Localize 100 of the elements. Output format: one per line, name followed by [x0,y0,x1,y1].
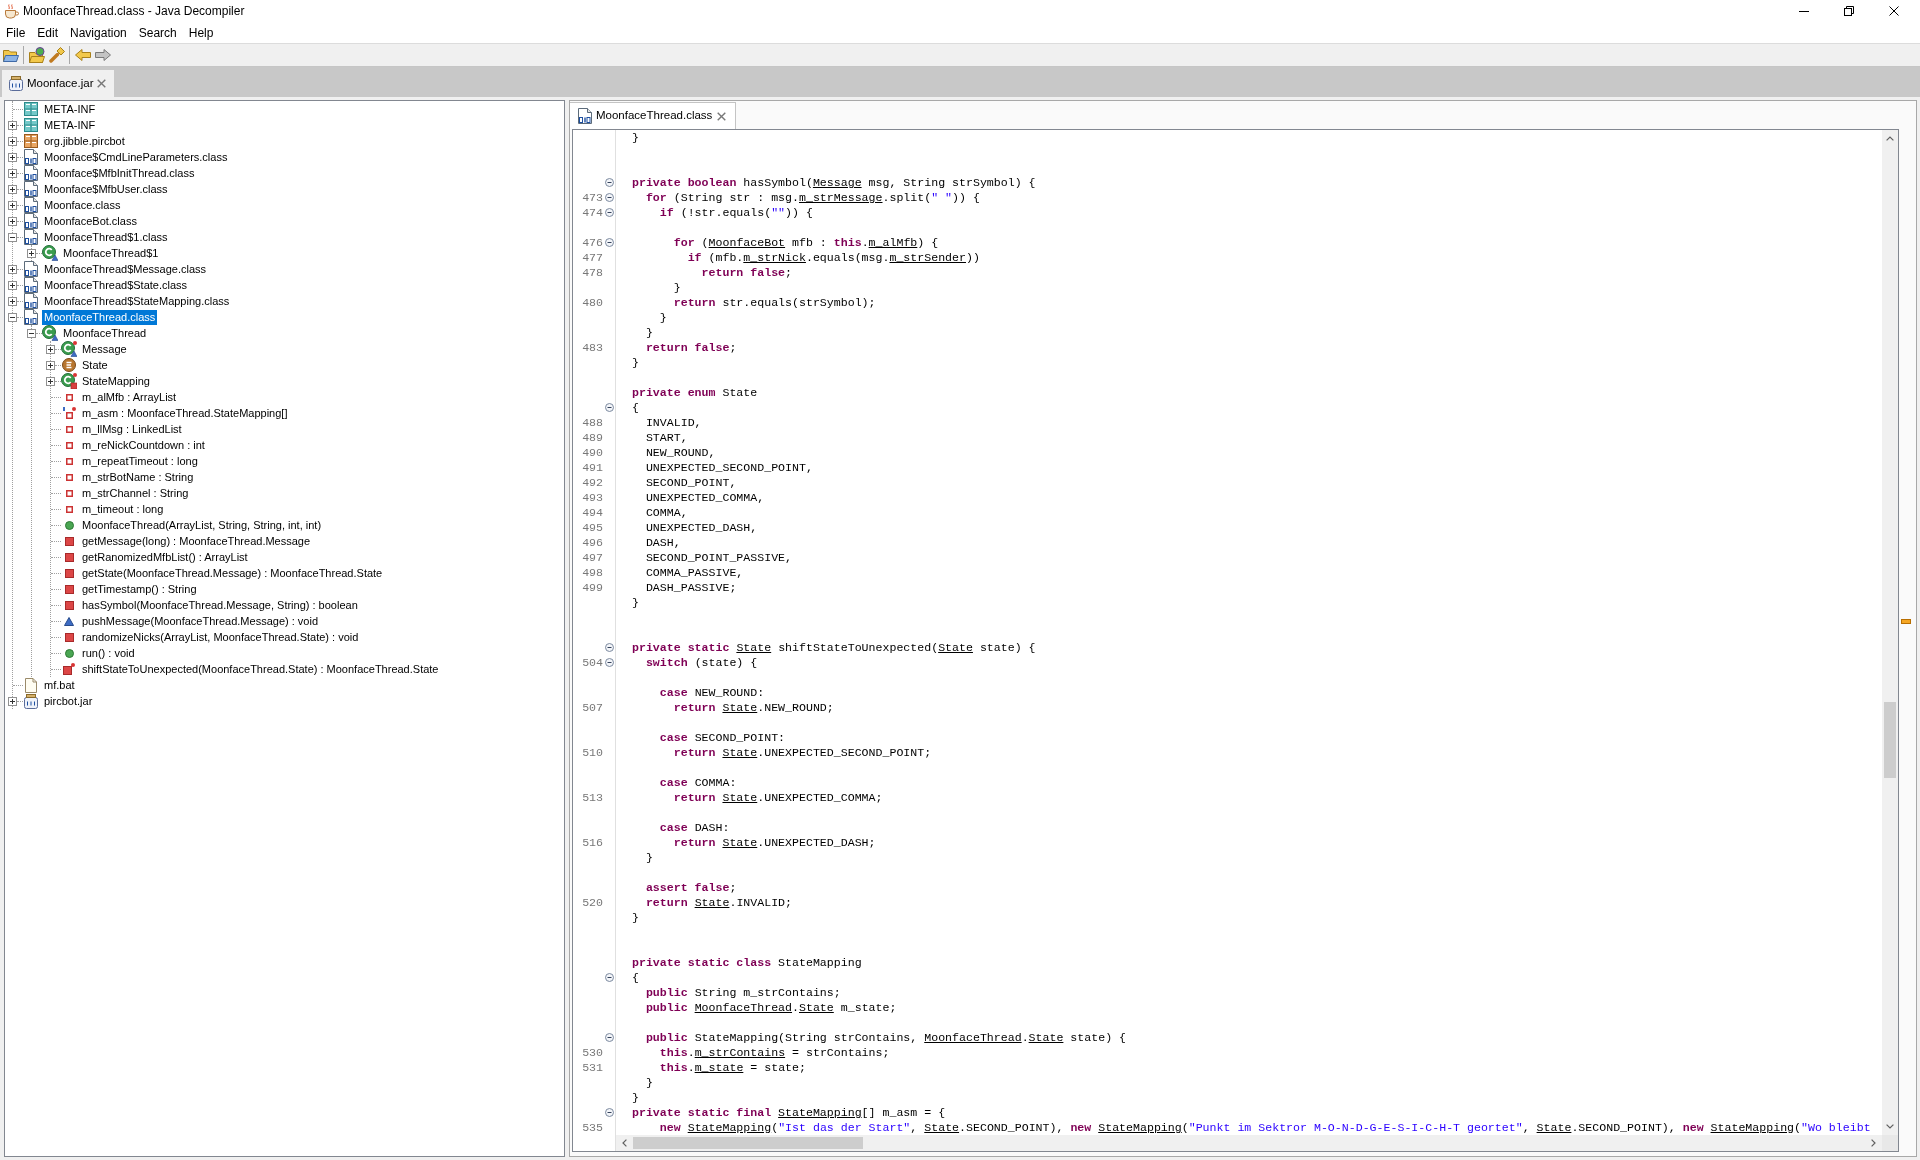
code-link[interactable]: State [938,641,973,654]
expand-icon[interactable] [8,296,17,306]
code-link[interactable]: m_strMessage [799,191,883,204]
arrow-left-icon[interactable] [75,47,91,63]
tree-item[interactable]: m_strChannel : String [80,485,191,501]
tab[interactable]: Moonface.jar [2,70,115,97]
collapse-icon[interactable] [605,643,614,652]
code-link[interactable]: m_strNick [743,251,806,264]
tree-item[interactable]: randomizeNicks(ArrayList, MoonfaceThread.State) : void [80,629,361,645]
close-icon[interactable] [1889,6,1899,16]
open-folder-icon[interactable] [3,48,19,62]
flashlight-icon[interactable] [49,47,65,63]
collapse-icon[interactable] [605,658,614,667]
scrollbar-thumb[interactable] [1884,702,1896,778]
tree-item[interactable]: mf.bat [42,677,77,693]
expand-icon[interactable] [8,216,17,226]
code-link[interactable]: StateMapping [778,1106,862,1119]
menu-item[interactable]: Navigation [64,23,133,42]
marker-icon[interactable] [1901,619,1911,624]
tree-item[interactable]: pircbot.jar [42,693,95,709]
chevron-right-icon[interactable] [1871,1139,1876,1147]
tree-item[interactable]: Moonface$MfbUser.class [42,181,170,197]
tree-item[interactable]: m_reNickCountdown : int [80,437,207,453]
tree-item[interactable]: MoonfaceThread(ArrayList, String, String, int, int) [80,517,324,533]
tree-item[interactable]: MoonfaceThread$Message.class [42,261,209,277]
tree-item[interactable]: m_asm : MoonfaceThread.StateMapping[] [80,405,290,421]
code-link[interactable]: Message [812,176,862,189]
code-link[interactable]: MoonfaceThread [924,1031,1022,1044]
collapse-icon[interactable] [605,178,614,187]
code-link[interactable]: State [694,896,730,909]
code-link[interactable]: State [924,1121,960,1134]
expand-icon[interactable] [8,696,17,706]
code-link[interactable]: m_alMfb [868,236,918,249]
chevron-down-icon[interactable] [1886,1124,1894,1129]
code-link[interactable]: m_state [694,1061,744,1074]
tree-item[interactable]: run() : void [80,645,137,661]
menu-item[interactable]: Edit [31,23,65,42]
expand-icon[interactable] [46,344,55,354]
code-link[interactable]: State [722,701,758,714]
code-link[interactable]: State [722,746,758,759]
code-link[interactable]: m_strSender [889,251,966,264]
tree-item[interactable]: getRanomizedMfbList() : ArrayList [80,549,250,565]
code-link[interactable]: MoonfaceThread [694,1001,793,1014]
tab[interactable]: MoonfaceThread.class [570,102,737,129]
expand-icon[interactable] [27,248,36,258]
tree-item[interactable]: getMessage(long) : MoonfaceThread.Message [80,533,313,549]
tree-item[interactable]: META-INF [42,101,98,117]
chevron-left-icon[interactable] [622,1139,627,1147]
code-link[interactable]: State [1028,1031,1064,1044]
tree-item[interactable]: org.jibble.pircbot [42,133,127,149]
vertical-scrollbar[interactable] [1882,130,1898,1135]
expand-icon[interactable] [8,184,17,194]
code-link[interactable]: State [736,641,772,654]
tree-item[interactable]: hasSymbol(MoonfaceThread.Message, String) : boolean [80,597,360,613]
collapse-icon[interactable] [605,1108,614,1117]
expand-icon[interactable] [8,280,17,290]
expand-icon[interactable] [8,120,17,130]
code-link[interactable]: StateMapping [687,1121,772,1134]
scrollbar-thumb[interactable] [633,1137,863,1149]
menu-item[interactable]: Search [132,23,183,42]
tree-item[interactable]: m_repeatTimeout : long [80,453,200,469]
tree-item[interactable]: MoonfaceThread$1 [61,245,161,261]
expand-icon[interactable] [46,360,55,370]
tree-item[interactable]: MoonfaceThread$StateMapping.class [42,293,232,309]
restore-icon[interactable] [1844,6,1854,16]
tree-item[interactable]: META-INF [42,117,98,133]
tree-item[interactable]: MoonfaceThread [61,325,149,341]
code-link[interactable]: State [1536,1121,1572,1134]
tree-item[interactable]: MoonfaceThread$State.class [42,277,190,293]
tree-item[interactable]: pushMessage(MoonfaceThread.Message) : void [80,613,320,629]
tree-item[interactable]: MoonfaceThread$1.class [42,229,170,245]
expand-icon[interactable] [8,136,17,146]
tree-item[interactable]: Moonface$CmdLineParameters.class [42,149,230,165]
tree-item[interactable]: MoonfaceBot.class [42,213,139,229]
code-link[interactable]: StateMapping [1098,1121,1182,1134]
collapse-icon[interactable] [605,238,614,247]
code-link[interactable]: StateMapping [1710,1121,1795,1134]
tree-item[interactable]: getTimestamp() : String [80,581,199,597]
expand-icon[interactable] [8,200,17,210]
collapse-icon[interactable] [27,328,36,338]
code-link[interactable]: State [722,836,758,849]
collapse-icon[interactable] [605,193,614,202]
chevron-up-icon[interactable] [1886,136,1894,141]
tree-item[interactable]: Message [80,341,129,357]
code-link[interactable]: MoonfaceBot [708,236,786,249]
collapse-icon[interactable] [605,973,614,982]
collapse-icon[interactable] [605,403,614,412]
code-link[interactable]: State [799,1001,834,1014]
tree-item[interactable]: Moonface$MfbInitThread.class [42,165,197,181]
tree-item[interactable]: State [80,357,110,373]
tree-item[interactable]: m_alMfb : ArrayList [80,389,179,405]
collapse-icon[interactable] [8,312,17,322]
collapse-icon[interactable] [605,208,614,217]
tree-item[interactable]: getState(MoonfaceThread.Message) : MoonfaceThread.State [80,565,385,581]
horizontal-scrollbar[interactable] [616,1135,1882,1151]
tree-item[interactable]: shiftStateToUnexpected(MoonfaceThread.State) : MoonfaceThread.State [80,661,441,677]
tree-item[interactable]: StateMapping [80,373,152,389]
code-link[interactable]: State [722,791,758,804]
collapse-icon[interactable] [8,232,17,242]
menu-item[interactable]: Help [182,23,220,42]
